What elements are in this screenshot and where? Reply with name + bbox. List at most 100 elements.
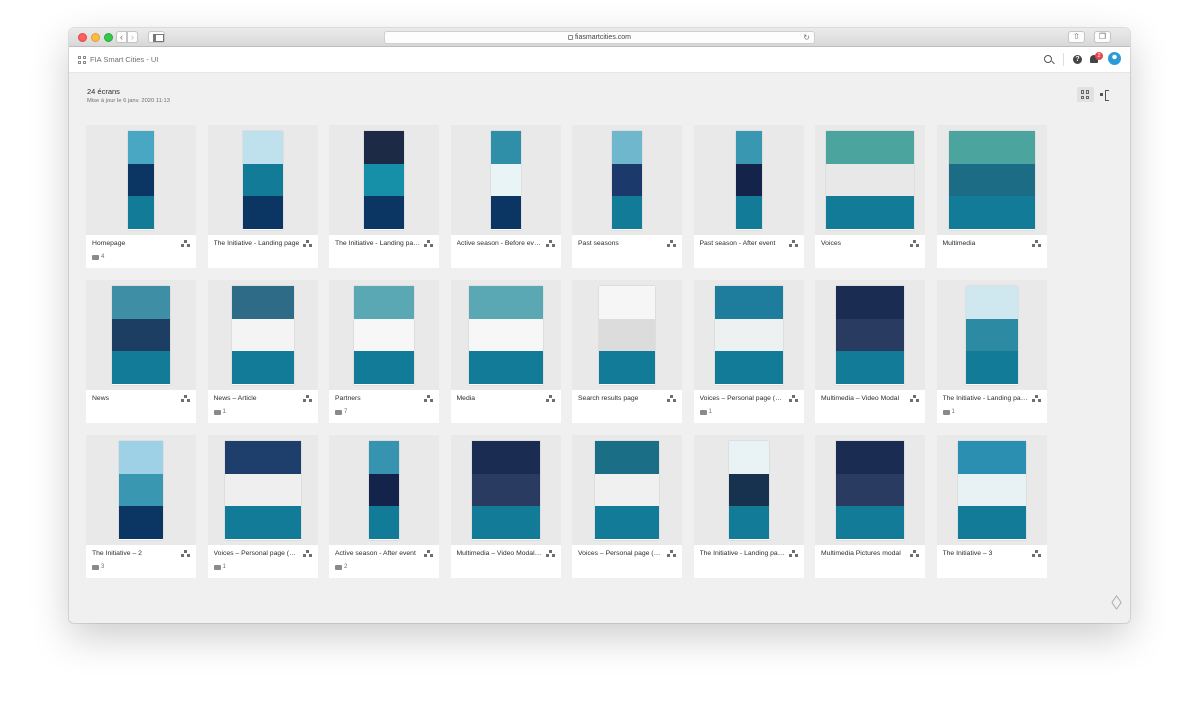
screen-thumbnail[interactable] (86, 435, 196, 545)
screen-thumbnail[interactable] (815, 125, 925, 235)
hierarchy-icon[interactable] (181, 550, 190, 558)
hierarchy-icon[interactable] (788, 395, 798, 403)
screen-card[interactable]: Past season - After event (693, 125, 804, 268)
feedback-icon[interactable] (1111, 595, 1122, 610)
screen-thumbnail[interactable] (815, 435, 925, 545)
hierarchy-icon[interactable] (667, 395, 676, 403)
comment-icon (213, 410, 221, 415)
hierarchy-icon[interactable] (1031, 240, 1041, 248)
screen-thumbnail[interactable] (572, 280, 682, 390)
screen-thumbnail[interactable] (86, 125, 196, 235)
screen-thumbnail[interactable] (329, 125, 439, 235)
screen-card[interactable]: Multimedia – Video Modal (815, 280, 925, 423)
screen-thumbnail[interactable] (693, 125, 804, 235)
hierarchy-icon[interactable] (424, 240, 433, 248)
screen-card[interactable]: Voices – Personal page (Bio + video) v2 (572, 435, 682, 578)
screen-card[interactable]: Active season - Before event (450, 125, 561, 268)
screen-card[interactable]: The Initiative – 2 3 (86, 435, 196, 578)
search-icon[interactable] (1044, 55, 1052, 63)
hierarchy-icon[interactable] (545, 240, 555, 248)
screen-thumbnail[interactable] (572, 125, 682, 235)
screen-thumbnail[interactable] (815, 280, 925, 390)
hierarchy-icon[interactable] (545, 550, 555, 558)
screen-card[interactable]: Multimedia Pictures modal (815, 435, 925, 578)
screen-thumbnail[interactable] (936, 435, 1047, 545)
screen-card[interactable]: The Initiative – 3 (936, 435, 1047, 578)
hierarchy-icon[interactable] (424, 395, 433, 403)
hierarchy-icon[interactable] (910, 395, 919, 403)
share-icon[interactable]: ⇧ (1068, 31, 1085, 43)
flow-view-button[interactable] (1098, 87, 1112, 102)
screen-thumbnail[interactable] (693, 280, 804, 390)
screen-title: Active season - After event (335, 550, 416, 557)
screen-thumbnail[interactable] (450, 125, 561, 235)
screen-card[interactable]: The Initiative - Landing page v4 (693, 435, 804, 578)
hierarchy-icon[interactable] (302, 550, 312, 558)
screen-card[interactable]: Search results page (572, 280, 682, 423)
app-switcher-icon[interactable] (78, 56, 86, 64)
screen-thumbnail[interactable] (936, 280, 1047, 390)
hierarchy-icon[interactable] (667, 550, 676, 558)
grid-view-button[interactable] (1077, 87, 1094, 102)
screen-thumbnail[interactable] (572, 435, 682, 545)
avatar[interactable] (1108, 52, 1121, 65)
screen-card[interactable]: News – Article 1 (207, 280, 318, 423)
screen-card[interactable]: The Initiative - Landing page (207, 125, 318, 268)
screen-card[interactable]: Voices – Personal page (Bio + video) 1 (693, 280, 804, 423)
hierarchy-icon[interactable] (788, 240, 798, 248)
screen-card[interactable]: Homepage 4 (86, 125, 196, 268)
zoom-window-button[interactable] (104, 33, 113, 42)
hierarchy-icon[interactable] (1031, 395, 1041, 403)
screen-title: Multimedia (942, 240, 976, 247)
comment-count: 7 (344, 408, 348, 415)
hierarchy-icon[interactable] (1031, 550, 1041, 558)
screen-card[interactable]: Active season - After event 2 (329, 435, 439, 578)
screen-thumbnail[interactable] (207, 435, 318, 545)
screen-card[interactable]: Partners 7 (329, 280, 439, 423)
screen-card[interactable]: Multimedia – Video Modal v2 (450, 435, 561, 578)
screen-preview (714, 286, 783, 385)
hierarchy-icon[interactable] (181, 395, 190, 403)
hierarchy-icon[interactable] (302, 395, 312, 403)
screen-card[interactable]: Voices (815, 125, 925, 268)
hierarchy-icon[interactable] (545, 395, 555, 403)
card-footer: Media (451, 390, 561, 423)
screen-thumbnail[interactable] (450, 435, 561, 545)
screen-card[interactable]: The Initiative - Landing page v3 1 (936, 280, 1047, 423)
reload-icon[interactable]: ↻ (803, 32, 810, 44)
screen-card[interactable]: Past seasons (572, 125, 682, 268)
help-icon[interactable]: ? (1073, 55, 1082, 64)
hierarchy-icon[interactable] (667, 240, 676, 248)
hierarchy-icon[interactable] (788, 550, 798, 558)
screen-thumbnail[interactable] (450, 280, 561, 390)
screen-thumbnail[interactable] (693, 435, 804, 545)
address-bar[interactable]: fiasmartcities.com ↻ (384, 31, 815, 44)
sidebar-toggle-icon[interactable] (148, 31, 165, 43)
card-footer: Multimedia Pictures modal (815, 545, 925, 578)
forward-button[interactable]: › (127, 31, 138, 43)
comment-icon (335, 410, 342, 415)
screen-thumbnail[interactable] (329, 435, 439, 545)
screen-thumbnail[interactable] (207, 125, 318, 235)
minimize-window-button[interactable] (91, 33, 100, 42)
screen-card[interactable]: The Initiative - Landing page v2 (329, 125, 439, 268)
hierarchy-icon[interactable] (302, 240, 312, 248)
close-window-button[interactable] (78, 33, 87, 42)
tabs-overview-icon[interactable]: ❐ (1094, 31, 1111, 43)
screen-thumbnail[interactable] (86, 280, 196, 390)
screen-card[interactable]: Voices – Personal page (Bio + quote) 1 (207, 435, 318, 578)
screen-thumbnail[interactable] (936, 125, 1047, 235)
screen-thumbnail[interactable] (207, 280, 318, 390)
card-footer: Active season - Before event (451, 235, 561, 268)
screen-card[interactable]: News (86, 280, 196, 423)
comment-icon (699, 410, 707, 415)
screen-card[interactable]: Multimedia (936, 125, 1047, 268)
hierarchy-icon[interactable] (181, 240, 190, 248)
hierarchy-icon[interactable] (910, 240, 919, 248)
back-button[interactable]: ‹ (116, 31, 127, 43)
screen-preview (965, 286, 1018, 385)
hierarchy-icon[interactable] (910, 550, 919, 558)
hierarchy-icon[interactable] (424, 550, 433, 558)
screen-thumbnail[interactable] (329, 280, 439, 390)
screen-card[interactable]: Media (450, 280, 561, 423)
